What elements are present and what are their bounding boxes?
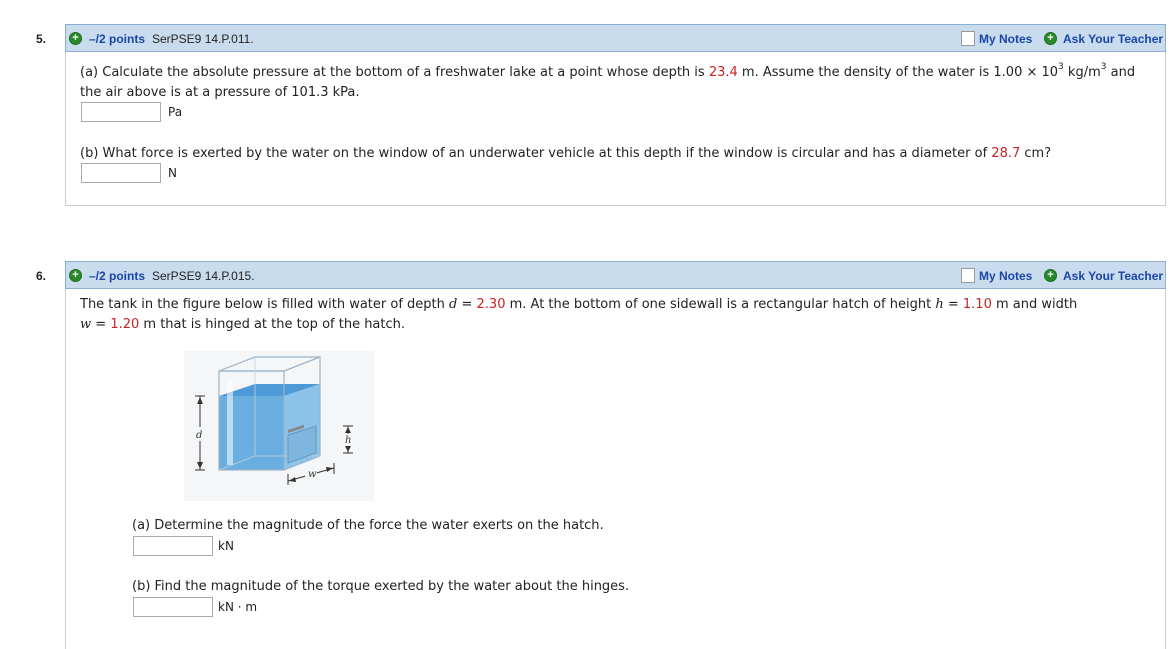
unit-label: Pa [168,105,183,119]
question-number: 6. [36,269,47,283]
figure-label-h: h [345,435,351,446]
question-header: + –/2 points SerPSE9 14.P.011. My Notes … [65,24,1166,52]
question-code: SerPSE9 14.P.011. [152,32,254,46]
answer-input-a[interactable] [81,102,161,122]
part-b-prompt: (b) Find the magnitude of the torque exe… [132,579,630,594]
problem-intro: The tank in the figure below is filled w… [80,297,1078,312]
unit-label: kN [218,539,234,553]
question-body: (a) Calculate the absolute pressure at t… [65,52,1166,206]
part-a-prompt: (a) Calculate the absolute pressure at t… [80,62,1136,80]
expand-icon[interactable]: + [69,32,82,45]
points-label: –/2 points [89,269,146,283]
tank-figure: d h w [184,351,374,501]
part-b-prompt: (b) What force is exerted by the water o… [80,146,1052,161]
question-body: The tank in the figure below is filled w… [65,289,1166,649]
question-code: SerPSE9 14.P.015. [152,269,255,283]
unit-label: kN · m [218,600,258,614]
ask-plus-icon[interactable]: + [1044,269,1057,282]
notes-icon[interactable] [961,268,975,283]
unit-label: N [168,166,177,180]
ask-plus-icon[interactable]: + [1044,32,1057,45]
problem-intro-line2: w = 1.20 m that is hinged at the top of … [80,317,406,332]
answer-input-b[interactable] [81,163,161,183]
question-number: 5. [36,32,47,46]
question-header: + –/2 points SerPSE9 14.P.015. My Notes … [65,261,1166,289]
figure-label-d: d [196,430,202,441]
answer-input-a[interactable] [133,536,213,556]
answer-input-b[interactable] [133,597,213,617]
figure-label-w: w [308,469,317,480]
notes-icon[interactable] [961,31,975,46]
ask-teacher-link[interactable]: Ask Your Teacher [1063,32,1163,46]
expand-icon[interactable]: + [69,269,82,282]
my-notes-link[interactable]: My Notes [979,269,1032,283]
my-notes-link[interactable]: My Notes [979,32,1032,46]
ask-teacher-link[interactable]: Ask Your Teacher [1063,269,1163,283]
points-label: –/2 points [89,32,146,46]
part-a-prompt-line2: the air above is at a pressure of 101.3 … [80,85,360,100]
part-a-prompt: (a) Determine the magnitude of the force… [132,518,604,533]
